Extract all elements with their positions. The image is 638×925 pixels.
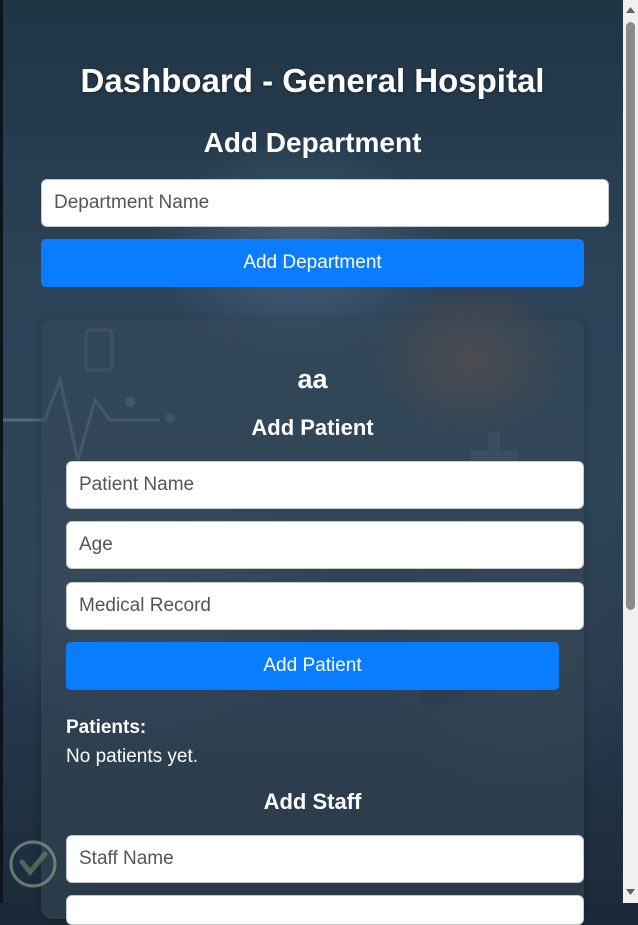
triangle-up-icon[interactable]	[623, 2, 638, 17]
add-department-heading: Add Department	[203, 127, 422, 158]
scrollbar-thumb[interactable]	[626, 22, 635, 610]
add-staff-heading: Add Staff	[263, 789, 362, 814]
add-department-button[interactable]: Add Department	[41, 239, 584, 287]
add-patient-button[interactable]: Add Patient	[66, 642, 559, 690]
add-patient-heading: Add Patient	[251, 415, 374, 440]
shield-check-logo	[5, 838, 61, 896]
patients-label: Patients:	[66, 717, 147, 738]
department-name-input[interactable]	[41, 179, 609, 227]
patient-name-input[interactable]	[66, 461, 584, 509]
staff-name-input[interactable]	[66, 835, 584, 883]
staff-role-input[interactable]	[66, 895, 584, 925]
medical-record-input[interactable]	[66, 582, 584, 630]
patients-empty-text: No patients yet.	[66, 746, 199, 767]
department-name: aa	[297, 364, 328, 394]
vertical-scrollbar[interactable]	[623, 0, 638, 903]
page-title: Dashboard - General Hospital	[80, 62, 545, 99]
triangle-down-icon[interactable]	[623, 884, 638, 899]
patient-age-input[interactable]	[66, 521, 584, 569]
